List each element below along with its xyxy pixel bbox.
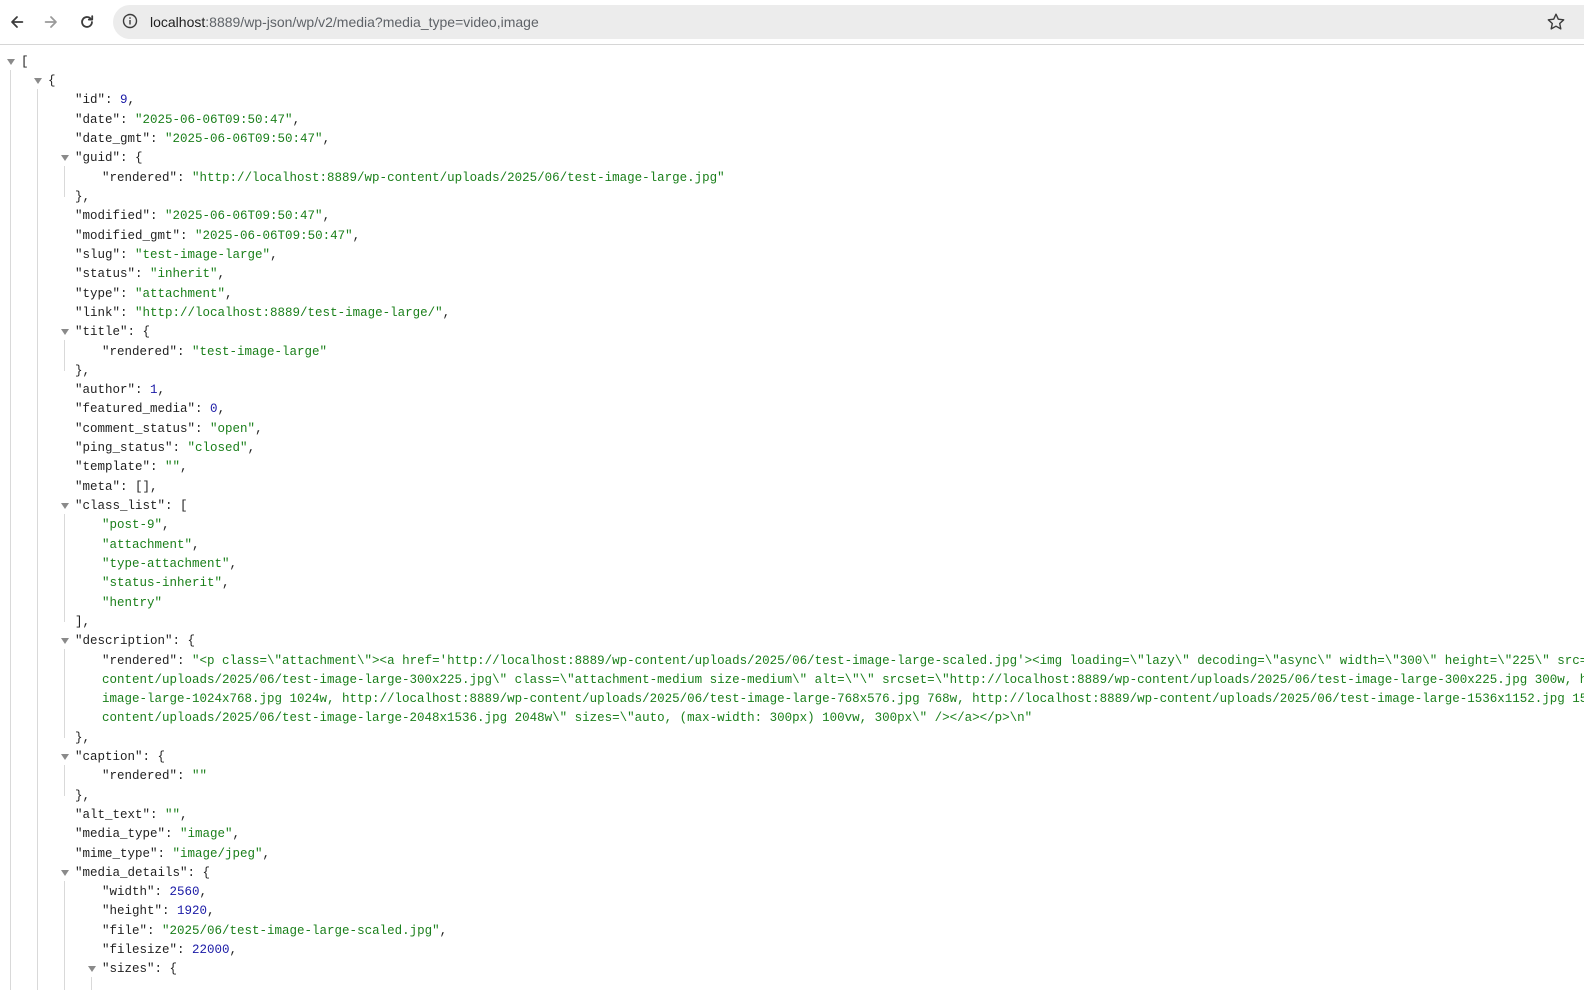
back-button[interactable] [3, 8, 31, 36]
json-line: "alt_text": "", [75, 808, 188, 822]
json-line: "rendered": "<p class=\"attachment\"><a … [102, 654, 1584, 668]
reload-icon [81, 15, 94, 28]
json-line: "title": { [75, 325, 151, 339]
json-line: "link": "http://localhost:8889/test-imag… [75, 306, 451, 320]
collapse-toggle-icon[interactable] [88, 966, 96, 972]
json-line: "file": "2025/06/test-image-large-scaled… [102, 924, 448, 938]
json-line: }, [75, 731, 91, 745]
json-line: "guid": { [75, 151, 143, 165]
url-host: localhost [150, 14, 206, 30]
tree-guide [64, 765, 65, 796]
json-line: "date_gmt": "2025-06-06T09:50:47", [75, 132, 331, 146]
json-line: [ [21, 55, 29, 69]
json-line: "type-attachment", [102, 557, 238, 571]
collapse-toggle-icon[interactable] [61, 503, 69, 509]
json-line: "status": "inherit", [75, 267, 226, 281]
json-line: "template": "", [75, 460, 188, 474]
json-line: "media_details": { [75, 866, 211, 880]
forward-button[interactable] [37, 8, 65, 36]
json-line: "sizes": { [102, 962, 178, 976]
json-line: { [48, 74, 56, 88]
json-line: "type": "attachment", [75, 287, 233, 301]
json-line: "date": "2025-06-06T09:50:47", [75, 113, 301, 127]
collapse-toggle-icon[interactable] [61, 329, 69, 335]
json-line: "comment_status": "open", [75, 422, 263, 436]
json-line: "caption": { [75, 750, 166, 764]
json-line: "meta": [], [75, 480, 158, 494]
json-line: }, [75, 364, 91, 378]
site-info-icon[interactable] [122, 13, 138, 29]
json-line: content/uploads/2025/06/test-image-large… [102, 711, 1033, 725]
json-line: "status-inherit", [102, 576, 230, 590]
tree-guide [64, 649, 65, 738]
json-line: "height": 1920, [102, 904, 215, 918]
tree-guide [64, 340, 65, 371]
reload-button[interactable] [73, 8, 101, 36]
json-line: "width": 2560, [102, 885, 208, 899]
arrow-left-icon [11, 16, 24, 28]
json-line: "post-9", [102, 518, 170, 532]
collapse-toggle-icon[interactable] [61, 754, 69, 760]
json-line: }, [75, 789, 91, 803]
collapse-toggle-icon[interactable] [7, 59, 15, 65]
tree-guide [91, 977, 92, 990]
tree-guide [64, 514, 65, 622]
json-line: "class_list": [ [75, 499, 188, 513]
json-line: "slug": "test-image-large", [75, 248, 278, 262]
json-line: "rendered": "test-image-large" [102, 345, 328, 359]
json-line: "rendered": "" [102, 769, 208, 783]
bookmark-star-icon[interactable] [1546, 12, 1566, 32]
browser-toolbar: localhost:8889/wp-json/wp/v2/media?media… [0, 0, 1584, 45]
json-line: "modified_gmt": "2025-06-06T09:50:47", [75, 229, 361, 243]
json-line: content/uploads/2025/06/test-image-large… [102, 673, 1584, 687]
json-line: }, [75, 190, 91, 204]
collapse-toggle-icon[interactable] [34, 78, 42, 84]
url-path: :8889/wp-json/wp/v2/media?media_type=vid… [205, 14, 539, 30]
json-line: "modified": "2025-06-06T09:50:47", [75, 209, 331, 223]
json-line: "mime_type": "image/jpeg", [75, 847, 271, 861]
tree-guide [64, 166, 65, 197]
collapse-toggle-icon[interactable] [61, 870, 69, 876]
collapse-toggle-icon[interactable] [61, 155, 69, 161]
json-line: "rendered": "http://localhost:8889/wp-co… [102, 171, 725, 185]
json-line: "filesize": 22000, [102, 943, 238, 957]
arrow-right-icon [44, 16, 57, 28]
json-viewer: [ { "id": 9, "date": "2025-06-06T09:50:4… [0, 45, 1584, 990]
tree-guide [37, 89, 38, 990]
url-text[interactable]: localhost:8889/wp-json/wp/v2/media?media… [150, 12, 539, 32]
json-line: "hentry" [102, 596, 163, 610]
json-line: image-large-1024x768.jpg 1024w, http://l… [102, 692, 1584, 706]
json-line: ], [75, 615, 91, 629]
json-line: "media_type": "image", [75, 827, 241, 841]
json-line: "featured_media": 0, [75, 402, 226, 416]
tree-guide [64, 881, 65, 990]
json-line: "id": 9, [75, 93, 136, 107]
json-line: "description": { [75, 634, 196, 648]
json-line: "attachment", [102, 538, 200, 552]
tree-guide [10, 70, 11, 990]
json-line: "ping_status": "closed", [75, 441, 256, 455]
json-line: "author": 1, [75, 383, 166, 397]
collapse-toggle-icon[interactable] [61, 638, 69, 644]
